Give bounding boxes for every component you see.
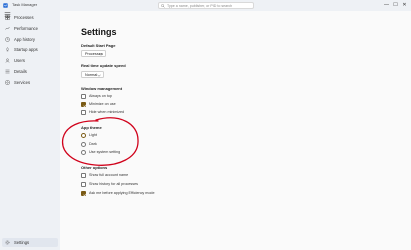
checkmark-icon (82, 193, 86, 196)
close-button[interactable]: ✕ (400, 1, 409, 10)
dropdown-value: Normal (85, 73, 98, 78)
radio[interactable] (81, 150, 86, 155)
option-label: Minimize on use (89, 102, 116, 107)
checkbox-checked[interactable] (81, 102, 86, 107)
search-icon (161, 4, 165, 8)
search-box[interactable]: Type a name, publisher, or PID to search (158, 2, 254, 9)
nav-item-performance[interactable]: Performance (2, 24, 58, 33)
checkbox[interactable] (81, 94, 86, 99)
app-history-icon (5, 37, 10, 42)
checkbox[interactable] (81, 182, 86, 187)
task-manager-icon (3, 3, 8, 8)
search-placeholder: Type a name, publisher, or PID to search (167, 4, 233, 8)
radio-selected[interactable] (81, 133, 86, 138)
option-label: Always on top (89, 94, 112, 99)
other-options-heading: Other options (81, 165, 108, 170)
nav-label: Processes (14, 15, 34, 20)
checkbox[interactable] (81, 173, 86, 178)
nav-item-details[interactable]: Details (2, 67, 58, 76)
services-icon (5, 80, 10, 85)
nav-item-app-history[interactable]: App history (2, 35, 58, 44)
nav-item-processes[interactable]: Processes (2, 13, 58, 22)
nav-label: Settings (14, 240, 30, 245)
radio[interactable] (81, 142, 86, 147)
nav-label: App history (14, 37, 35, 42)
option-label: Light (89, 133, 97, 138)
nav-item-settings[interactable]: Settings (2, 238, 58, 247)
nav-label: Startup apps (14, 47, 38, 52)
checkbox-checked[interactable] (81, 191, 86, 196)
nav-item-users[interactable]: Users (2, 56, 58, 65)
window-management-heading: Window management (81, 86, 123, 91)
update-speed-dropdown[interactable]: Normal (81, 71, 104, 78)
option-label: Ask me before applying Efficiency mode (89, 191, 155, 196)
nav-item-services[interactable]: Services (2, 78, 58, 87)
gear-icon (5, 240, 10, 245)
minimize-button[interactable]: — (382, 1, 391, 10)
option-label: Use system setting (89, 150, 121, 155)
nav-label: Users (14, 58, 25, 63)
chevron-down-icon (97, 74, 101, 77)
nav-label: Performance (14, 26, 38, 31)
update-speed-heading: Real time update speed (81, 63, 126, 68)
title-bar: Task Manager Type a name, publisher, or … (0, 0, 411, 11)
performance-icon (5, 26, 10, 30)
chevron-down-icon (99, 53, 103, 56)
nav-item-startup-apps[interactable]: Startup apps (2, 45, 58, 54)
processes-icon (5, 15, 10, 20)
nav-label: Details (14, 69, 27, 74)
default-start-page-dropdown[interactable]: Processes (81, 50, 106, 57)
option-label: Show history for all processes (89, 182, 138, 187)
app-title: Task Manager (12, 2, 38, 7)
startup-icon (6, 47, 9, 52)
details-icon (5, 69, 10, 74)
option-label: Dark (89, 142, 97, 147)
default-start-page-heading: Default Start Page (81, 43, 116, 48)
app-theme-heading: App theme (81, 125, 102, 130)
page-title: Settings (81, 27, 117, 37)
checkbox[interactable] (81, 110, 86, 115)
option-label: Hide when minimized (89, 110, 125, 115)
option-label: Show full account name (89, 173, 129, 178)
nav-label: Services (14, 80, 31, 85)
maximize-button[interactable]: ☐ (391, 1, 400, 10)
users-icon (5, 58, 10, 63)
checkmark-icon (82, 104, 86, 107)
